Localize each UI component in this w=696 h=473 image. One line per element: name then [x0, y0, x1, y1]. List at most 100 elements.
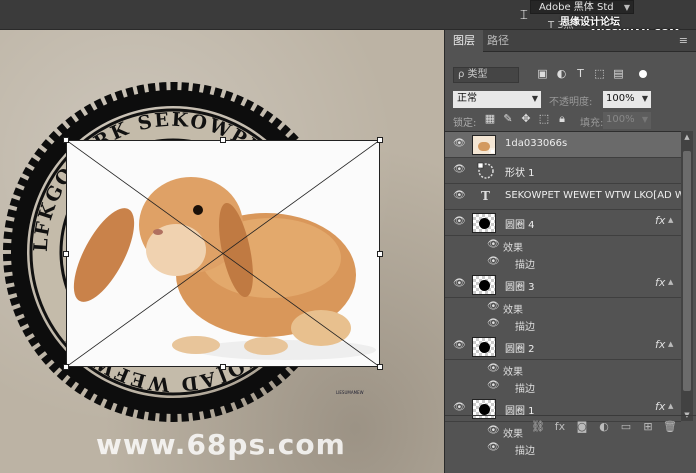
fill-value: 100%	[606, 114, 635, 125]
visibility-eye-icon[interactable]: 👁︎	[487, 443, 500, 453]
stroke-effect-row[interactable]: 👁︎ 描边	[445, 254, 681, 272]
layer-name: 1da033066s	[505, 138, 568, 149]
bottom-icons: ⛓︎ fx ◙ ◐ ▭ ⊞ 🗑︎	[527, 420, 681, 433]
effects-row[interactable]: 👁︎ 效果	[445, 299, 681, 317]
transform-handle-bottom-right[interactable]	[377, 364, 383, 370]
opacity-field[interactable]: 100% ▼	[603, 91, 651, 108]
fx-icon[interactable]: fx	[655, 214, 665, 227]
free-transform-box[interactable]	[63, 137, 383, 370]
effects-row[interactable]: 👁︎ 效果	[445, 237, 681, 255]
adjustment-filter-icon[interactable]: ◐	[552, 67, 571, 80]
fx-icon[interactable]: fx	[655, 338, 665, 351]
visibility-eye-icon[interactable]: 👁︎	[487, 302, 500, 312]
transform-handle-top-right[interactable]	[377, 137, 383, 143]
layer-name: 圆圈 3	[505, 282, 535, 293]
text-cursor-icon: ⌶	[520, 8, 528, 23]
visibility-eye-icon[interactable]: 👁︎	[453, 403, 466, 413]
transform-handle-left[interactable]	[63, 251, 69, 257]
tab-paths[interactable]: 路径	[479, 30, 517, 52]
document-canvas[interactable]: LFKGOPERK SEKOWPET WEWET WTW LKO[AD WEFW…	[0, 30, 444, 473]
chevron-up-icon[interactable]: ▲	[668, 340, 673, 348]
delete-layer-icon[interactable]: 🗑︎	[659, 420, 681, 433]
panel-menu-icon[interactable]: ≡	[679, 34, 688, 47]
layer-circle-3[interactable]: 👁︎ 圆圈 3 fx ▲	[445, 272, 681, 298]
chevron-up-icon[interactable]: ▲	[668, 402, 673, 410]
blend-mode-value: 正常	[457, 93, 477, 104]
visibility-eye-icon[interactable]: 👁︎	[487, 381, 500, 391]
layer-list: 👁︎ ▣ 1da033066s 👁︎ 形状 1 👁︎ T SEKOWPET WE…	[445, 131, 693, 457]
layer-name: 形状 1	[505, 168, 535, 179]
transform-cross	[66, 140, 380, 367]
layer-name: 圆圈 2	[505, 344, 535, 355]
layer-circle-2[interactable]: 👁︎ 圆圈 2 fx ▲	[445, 334, 681, 360]
transform-handle-top-left[interactable]	[63, 137, 69, 143]
stroke-effect-label: 描边	[515, 322, 535, 333]
visibility-eye-icon[interactable]: 👁︎	[453, 279, 466, 289]
visibility-eye-icon[interactable]: 👁︎	[487, 240, 500, 250]
new-layer-icon[interactable]: ⊞	[637, 420, 659, 433]
fill-label: 填充:	[580, 118, 604, 129]
scroll-thumb[interactable]	[683, 151, 691, 391]
add-mask-icon[interactable]: ◙	[571, 420, 593, 433]
shape-filter-icon[interactable]: ⬚	[590, 67, 609, 80]
visibility-eye-icon[interactable]: 👁︎	[487, 319, 500, 329]
layer-smart-object[interactable]: 👁︎ ▣ 1da033066s	[445, 132, 681, 158]
transform-handle-top[interactable]	[220, 137, 226, 143]
new-group-icon[interactable]: ▭	[615, 420, 637, 433]
chevron-up-icon[interactable]: ▲	[668, 216, 673, 224]
filter-toggle[interactable]	[639, 70, 647, 78]
layer-thumbnail	[472, 337, 496, 357]
link-layers-icon[interactable]: ⛓︎	[527, 420, 549, 433]
add-style-icon[interactable]: fx	[549, 420, 571, 433]
fx-icon[interactable]: fx	[655, 400, 665, 413]
tab-layers[interactable]: 图层	[445, 30, 483, 52]
type-filter-icon[interactable]: T	[571, 67, 590, 80]
panel-tabs: 图层 路径 ≡	[445, 30, 696, 52]
new-adjustment-icon[interactable]: ◐	[593, 420, 615, 433]
layer-filter-row: ρ 类型 ▣ ◐ T ⬚ ▤	[453, 67, 689, 85]
visibility-eye-icon[interactable]: 👁︎	[453, 217, 466, 227]
blend-mode-select[interactable]: 正常 ▼	[453, 91, 541, 108]
chevron-down-icon: ▼	[531, 94, 538, 103]
effects-label: 效果	[503, 367, 523, 378]
effects-label: 效果	[503, 305, 523, 316]
lock-paint-icon[interactable]: ✎	[499, 112, 517, 125]
visibility-eye-icon[interactable]: 👁︎	[453, 341, 466, 351]
visibility-eye-icon[interactable]: 👁︎	[453, 139, 466, 149]
stroke-effect-label: 描边	[515, 446, 535, 457]
chevron-up-icon[interactable]: ▲	[668, 278, 673, 286]
lock-transparency-icon[interactable]: ▦	[481, 112, 499, 125]
visibility-eye-icon[interactable]: 👁︎	[487, 364, 500, 374]
fill-field[interactable]: 100% ▼	[603, 112, 651, 129]
scroll-up-icon[interactable]: ▲	[681, 133, 693, 141]
layer-thumbnail	[472, 213, 496, 233]
effects-row[interactable]: 👁︎ 效果	[445, 361, 681, 379]
transform-handle-bottom[interactable]	[220, 364, 226, 370]
layer-text[interactable]: 👁︎ T SEKOWPET WEWET WTW LKO[AD W...	[445, 184, 693, 210]
layer-circle-4[interactable]: 👁︎ 圆圈 4 fx ▲	[445, 210, 681, 236]
layers-scrollbar[interactable]: ▲ ▼	[681, 131, 693, 421]
stroke-effect-row[interactable]: 👁︎ 描边	[445, 316, 681, 334]
font-family-select[interactable]: Adobe 黑体 Std ▼	[530, 0, 634, 14]
layer-shape[interactable]: 👁︎ 形状 1	[445, 158, 681, 184]
lock-icons: ▦ ✎ ✥ ⬚ 🔒︎	[481, 112, 571, 126]
layers-panel: 图层 路径 ≡ ρ 类型 ▣ ◐ T ⬚ ▤ 正常 ▼ 不透明度: 100% ▼ 锁定:…	[444, 30, 696, 473]
visibility-eye-icon[interactable]: 👁︎	[487, 257, 500, 267]
lock-all-icon[interactable]: 🔒︎	[553, 112, 571, 126]
fx-icon[interactable]: fx	[655, 276, 665, 289]
transform-handle-right[interactable]	[377, 251, 383, 257]
stroke-effect-row[interactable]: 👁︎ 描边	[445, 440, 681, 458]
lock-position-icon[interactable]: ✥	[517, 112, 535, 125]
stroke-effect-row[interactable]: 👁︎ 描边	[445, 378, 681, 396]
visibility-eye-icon[interactable]: 👁︎	[453, 191, 466, 201]
photo-caption: LIESUMAMEW	[336, 390, 364, 395]
stroke-effect-label: 描边	[515, 384, 535, 395]
filter-kind-select[interactable]: ρ 类型	[453, 67, 519, 83]
smart-object-filter-icon[interactable]: ▤	[609, 67, 628, 80]
lock-artboard-icon[interactable]: ⬚	[535, 112, 553, 125]
pixel-filter-icon[interactable]: ▣	[533, 67, 552, 80]
visibility-eye-icon[interactable]: 👁︎	[453, 165, 466, 175]
transform-handle-bottom-left[interactable]	[63, 364, 69, 370]
lock-row: 锁定: ▦ ✎ ✥ ⬚ 🔒︎ 填充: 100% ▼	[453, 112, 689, 130]
chevron-down-icon: ▼	[641, 94, 648, 103]
